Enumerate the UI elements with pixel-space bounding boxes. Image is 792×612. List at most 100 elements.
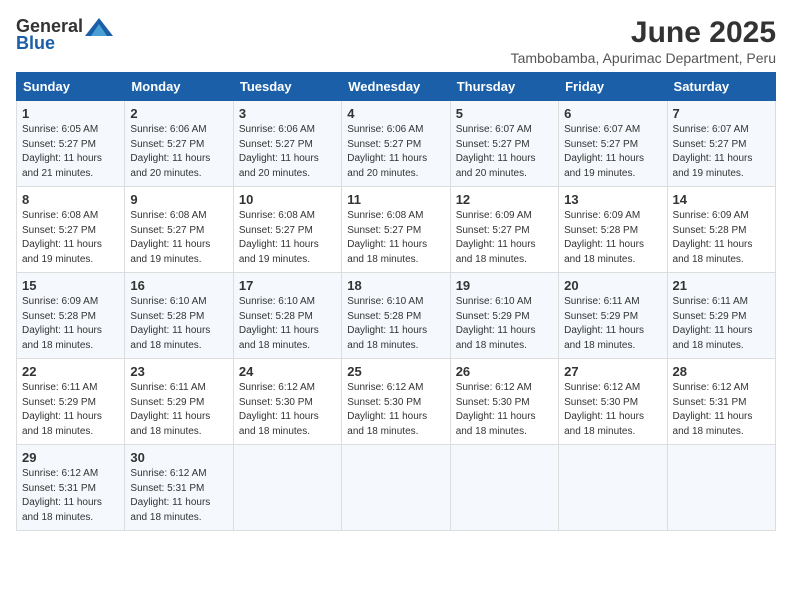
day-info: Sunrise: 6:10 AMSunset: 5:28 PMDaylight:… xyxy=(130,296,210,351)
calendar-week-row: 22 Sunrise: 6:11 AMSunset: 5:29 PMDaylig… xyxy=(17,359,776,445)
calendar-cell: 2 Sunrise: 6:06 AMSunset: 5:27 PMDayligh… xyxy=(125,101,233,187)
calendar-cell: 27 Sunrise: 6:12 AMSunset: 5:30 PMDaylig… xyxy=(559,359,667,445)
calendar-cell xyxy=(233,445,341,531)
calendar-week-row: 1 Sunrise: 6:05 AMSunset: 5:27 PMDayligh… xyxy=(17,101,776,187)
day-info: Sunrise: 6:10 AMSunset: 5:28 PMDaylight:… xyxy=(239,296,319,351)
calendar-cell: 8 Sunrise: 6:08 AMSunset: 5:27 PMDayligh… xyxy=(17,187,125,273)
day-info: Sunrise: 6:11 AMSunset: 5:29 PMDaylight:… xyxy=(564,296,644,351)
day-number: 16 xyxy=(130,278,227,293)
calendar-cell: 6 Sunrise: 6:07 AMSunset: 5:27 PMDayligh… xyxy=(559,101,667,187)
calendar-cell: 21 Sunrise: 6:11 AMSunset: 5:29 PMDaylig… xyxy=(667,273,775,359)
day-info: Sunrise: 6:08 AMSunset: 5:27 PMDaylight:… xyxy=(239,210,319,265)
col-header-saturday: Saturday xyxy=(667,73,775,101)
day-number: 13 xyxy=(564,192,661,207)
day-info: Sunrise: 6:08 AMSunset: 5:27 PMDaylight:… xyxy=(22,210,102,265)
col-header-monday: Monday xyxy=(125,73,233,101)
day-info: Sunrise: 6:11 AMSunset: 5:29 PMDaylight:… xyxy=(22,382,102,437)
day-info: Sunrise: 6:06 AMSunset: 5:27 PMDaylight:… xyxy=(130,124,210,179)
day-number: 8 xyxy=(22,192,119,207)
col-header-sunday: Sunday xyxy=(17,73,125,101)
calendar-cell: 11 Sunrise: 6:08 AMSunset: 5:27 PMDaylig… xyxy=(342,187,450,273)
day-number: 24 xyxy=(239,364,336,379)
day-number: 19 xyxy=(456,278,553,293)
day-number: 30 xyxy=(130,450,227,465)
day-info: Sunrise: 6:06 AMSunset: 5:27 PMDaylight:… xyxy=(239,124,319,179)
day-number: 28 xyxy=(673,364,770,379)
day-info: Sunrise: 6:07 AMSunset: 5:27 PMDaylight:… xyxy=(456,124,536,179)
day-info: Sunrise: 6:07 AMSunset: 5:27 PMDaylight:… xyxy=(673,124,753,179)
calendar-cell: 24 Sunrise: 6:12 AMSunset: 5:30 PMDaylig… xyxy=(233,359,341,445)
day-number: 10 xyxy=(239,192,336,207)
calendar-cell: 25 Sunrise: 6:12 AMSunset: 5:30 PMDaylig… xyxy=(342,359,450,445)
day-info: Sunrise: 6:06 AMSunset: 5:27 PMDaylight:… xyxy=(347,124,427,179)
calendar-cell: 30 Sunrise: 6:12 AMSunset: 5:31 PMDaylig… xyxy=(125,445,233,531)
col-header-thursday: Thursday xyxy=(450,73,558,101)
day-number: 17 xyxy=(239,278,336,293)
day-number: 27 xyxy=(564,364,661,379)
calendar-week-row: 29 Sunrise: 6:12 AMSunset: 5:31 PMDaylig… xyxy=(17,445,776,531)
day-info: Sunrise: 6:12 AMSunset: 5:31 PMDaylight:… xyxy=(673,382,753,437)
day-info: Sunrise: 6:12 AMSunset: 5:31 PMDaylight:… xyxy=(130,468,210,523)
calendar-cell: 10 Sunrise: 6:08 AMSunset: 5:27 PMDaylig… xyxy=(233,187,341,273)
day-number: 6 xyxy=(564,106,661,121)
calendar-cell: 7 Sunrise: 6:07 AMSunset: 5:27 PMDayligh… xyxy=(667,101,775,187)
col-header-tuesday: Tuesday xyxy=(233,73,341,101)
day-number: 20 xyxy=(564,278,661,293)
calendar-cell: 13 Sunrise: 6:09 AMSunset: 5:28 PMDaylig… xyxy=(559,187,667,273)
title-area: June 2025 Tambobamba, Apurimac Departmen… xyxy=(511,16,776,66)
day-info: Sunrise: 6:12 AMSunset: 5:30 PMDaylight:… xyxy=(347,382,427,437)
header: General Blue June 2025 Tambobamba, Apuri… xyxy=(16,16,776,66)
month-title: June 2025 xyxy=(511,16,776,50)
day-info: Sunrise: 6:08 AMSunset: 5:27 PMDaylight:… xyxy=(347,210,427,265)
day-number: 15 xyxy=(22,278,119,293)
day-info: Sunrise: 6:12 AMSunset: 5:30 PMDaylight:… xyxy=(239,382,319,437)
day-info: Sunrise: 6:10 AMSunset: 5:29 PMDaylight:… xyxy=(456,296,536,351)
calendar-cell: 12 Sunrise: 6:09 AMSunset: 5:27 PMDaylig… xyxy=(450,187,558,273)
day-number: 23 xyxy=(130,364,227,379)
day-number: 11 xyxy=(347,192,444,207)
calendar-cell: 18 Sunrise: 6:10 AMSunset: 5:28 PMDaylig… xyxy=(342,273,450,359)
calendar-cell: 19 Sunrise: 6:10 AMSunset: 5:29 PMDaylig… xyxy=(450,273,558,359)
calendar-cell xyxy=(450,445,558,531)
day-number: 2 xyxy=(130,106,227,121)
col-header-friday: Friday xyxy=(559,73,667,101)
calendar-cell: 3 Sunrise: 6:06 AMSunset: 5:27 PMDayligh… xyxy=(233,101,341,187)
day-number: 12 xyxy=(456,192,553,207)
location-subtitle: Tambobamba, Apurimac Department, Peru xyxy=(511,50,776,66)
day-number: 3 xyxy=(239,106,336,121)
calendar-cell: 29 Sunrise: 6:12 AMSunset: 5:31 PMDaylig… xyxy=(17,445,125,531)
calendar-cell: 15 Sunrise: 6:09 AMSunset: 5:28 PMDaylig… xyxy=(17,273,125,359)
day-info: Sunrise: 6:12 AMSunset: 5:31 PMDaylight:… xyxy=(22,468,102,523)
day-number: 21 xyxy=(673,278,770,293)
calendar-cell: 14 Sunrise: 6:09 AMSunset: 5:28 PMDaylig… xyxy=(667,187,775,273)
day-info: Sunrise: 6:09 AMSunset: 5:27 PMDaylight:… xyxy=(456,210,536,265)
calendar-cell: 16 Sunrise: 6:10 AMSunset: 5:28 PMDaylig… xyxy=(125,273,233,359)
day-info: Sunrise: 6:09 AMSunset: 5:28 PMDaylight:… xyxy=(22,296,102,351)
day-number: 25 xyxy=(347,364,444,379)
calendar-cell xyxy=(342,445,450,531)
day-info: Sunrise: 6:07 AMSunset: 5:27 PMDaylight:… xyxy=(564,124,644,179)
day-info: Sunrise: 6:11 AMSunset: 5:29 PMDaylight:… xyxy=(130,382,210,437)
calendar-cell: 22 Sunrise: 6:11 AMSunset: 5:29 PMDaylig… xyxy=(17,359,125,445)
calendar-cell: 20 Sunrise: 6:11 AMSunset: 5:29 PMDaylig… xyxy=(559,273,667,359)
day-info: Sunrise: 6:12 AMSunset: 5:30 PMDaylight:… xyxy=(564,382,644,437)
calendar-cell xyxy=(559,445,667,531)
calendar-cell: 9 Sunrise: 6:08 AMSunset: 5:27 PMDayligh… xyxy=(125,187,233,273)
calendar-cell: 4 Sunrise: 6:06 AMSunset: 5:27 PMDayligh… xyxy=(342,101,450,187)
day-number: 26 xyxy=(456,364,553,379)
logo-blue-text: Blue xyxy=(16,33,55,54)
calendar-cell: 28 Sunrise: 6:12 AMSunset: 5:31 PMDaylig… xyxy=(667,359,775,445)
day-info: Sunrise: 6:08 AMSunset: 5:27 PMDaylight:… xyxy=(130,210,210,265)
calendar-cell: 26 Sunrise: 6:12 AMSunset: 5:30 PMDaylig… xyxy=(450,359,558,445)
calendar-cell: 17 Sunrise: 6:10 AMSunset: 5:28 PMDaylig… xyxy=(233,273,341,359)
day-number: 22 xyxy=(22,364,119,379)
calendar-header-row: SundayMondayTuesdayWednesdayThursdayFrid… xyxy=(17,73,776,101)
day-number: 29 xyxy=(22,450,119,465)
logo-icon xyxy=(85,18,113,36)
day-number: 7 xyxy=(673,106,770,121)
day-info: Sunrise: 6:10 AMSunset: 5:28 PMDaylight:… xyxy=(347,296,427,351)
day-info: Sunrise: 6:05 AMSunset: 5:27 PMDaylight:… xyxy=(22,124,102,179)
col-header-wednesday: Wednesday xyxy=(342,73,450,101)
calendar-cell: 5 Sunrise: 6:07 AMSunset: 5:27 PMDayligh… xyxy=(450,101,558,187)
day-number: 5 xyxy=(456,106,553,121)
